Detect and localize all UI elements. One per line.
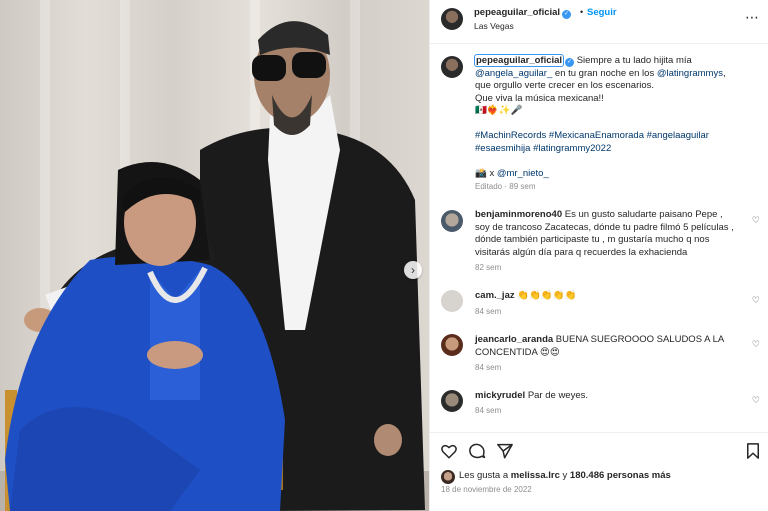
heart-icon[interactable]: ♡	[752, 395, 760, 406]
next-photo-button[interactable]: ›	[404, 261, 422, 279]
heart-icon[interactable]: ♡	[752, 295, 760, 306]
chevron-right-icon: ›	[411, 263, 415, 277]
caption-text: ,	[722, 67, 726, 79]
avatar[interactable]	[441, 8, 463, 30]
caption-text: Que viva la música mexicana!!	[475, 92, 604, 104]
comment-username[interactable]: jeancarlo_aranda	[475, 334, 553, 345]
caption-username[interactable]: pepeaguilar_oficial	[473, 54, 565, 67]
author-username-text[interactable]: pepeaguilar_oficial	[474, 7, 560, 18]
post-header: pepeaguilar_oficial ✓ • Seguir Las Vegas …	[430, 0, 768, 44]
author-username[interactable]: pepeaguilar_oficial ✓	[474, 7, 572, 19]
caption-emojis: 🇲🇽❤️‍🔥✨🎤	[475, 105, 523, 116]
mention-link[interactable]: @latingrammys	[657, 68, 723, 79]
comment-timestamp[interactable]: 84 sem	[475, 307, 501, 316]
post-photo[interactable]: ›	[0, 0, 429, 511]
verified-icon: ✓	[562, 10, 572, 19]
photo-credit-label: 📸 x	[475, 167, 495, 179]
likes-connector: y	[562, 470, 568, 481]
post-caption: pepeaguilar_oficial ✓ Siempre a tu lado h…	[473, 54, 765, 180]
caption-timestamp[interactable]: Editado · 89 sem	[475, 182, 535, 191]
mention-link[interactable]: @angela_aguilar_	[475, 68, 552, 79]
mention-link[interactable]: @mr_nieto_	[497, 168, 549, 179]
avatar[interactable]	[441, 470, 455, 484]
comment-text: Par de weyes.	[527, 390, 589, 401]
comment-body: cam._jaz 👏👏👏👏👏	[475, 290, 740, 303]
comment-timestamp[interactable]: 84 sem	[475, 363, 501, 372]
comment-username[interactable]: benjaminmoreno40	[475, 209, 562, 220]
comment-bubble-icon[interactable]	[468, 442, 486, 460]
post-date[interactable]: 18 de noviembre de 2022	[441, 485, 532, 494]
likes-count[interactable]: 180.486 personas	[570, 470, 649, 481]
comment-text: 👏👏👏👏👏	[517, 290, 577, 301]
likes-summary: Les gusta a melissa.lrc y 180.486 person…	[459, 470, 671, 481]
hashtag-links[interactable]: #MachinRecords #MexicanaEnamorada #angel…	[475, 130, 709, 141]
likes-prefix: Les gusta a	[459, 470, 509, 481]
avatar[interactable]	[441, 334, 463, 356]
hashtag-links[interactable]: #esaesmihija #latingrammy2022	[475, 143, 611, 154]
comment-body: jeancarlo_aranda BUENA SUEGROOOO SALUDOS…	[475, 334, 740, 359]
avatar[interactable]	[441, 210, 463, 232]
avatar[interactable]	[441, 56, 463, 78]
post-actions: Les gusta a melissa.lrc y 180.486 person…	[430, 432, 768, 511]
caption-text: Siempre a tu lado hijita mía	[576, 55, 692, 66]
caption-text: en tu gran noche en los	[554, 67, 655, 79]
avatar[interactable]	[441, 390, 463, 412]
share-send-icon[interactable]	[496, 442, 514, 460]
verified-icon: ✓	[565, 58, 575, 67]
avatar[interactable]	[441, 290, 463, 312]
post-location[interactable]: Las Vegas	[474, 21, 514, 31]
separator-dot: •	[580, 7, 584, 17]
follow-button[interactable]: Seguir	[587, 7, 617, 18]
comment-username[interactable]: cam._jaz	[475, 290, 515, 301]
heart-icon[interactable]: ♡	[752, 215, 760, 226]
comments-list[interactable]: pepeaguilar_oficial ✓ Siempre a tu lado h…	[430, 44, 768, 432]
like-heart-icon[interactable]	[440, 442, 458, 460]
photo-people-illustration	[5, 21, 425, 511]
heart-icon[interactable]: ♡	[752, 339, 760, 350]
instagram-post: › pepeaguilar_oficial ✓ • Seguir Las Vega…	[0, 0, 768, 511]
comment-username[interactable]: mickyrudel	[475, 390, 525, 401]
save-bookmark-icon[interactable]	[744, 442, 762, 460]
comment-timestamp[interactable]: 84 sem	[475, 406, 501, 415]
more-options-icon[interactable]: ⋯	[745, 9, 759, 26]
liker-username[interactable]: melissa.lrc	[511, 470, 560, 481]
comment-body: benjaminmoreno40 Es un gusto saludarte p…	[475, 209, 740, 259]
comment-body: mickyrudel Par de weyes.	[475, 390, 740, 403]
post-side-panel: pepeaguilar_oficial ✓ • Seguir Las Vegas …	[429, 0, 768, 511]
caption-text: que orgullo verte crecer en los escenari…	[475, 80, 655, 91]
comment-timestamp[interactable]: 82 sem	[475, 263, 501, 272]
likes-suffix[interactable]: más	[652, 470, 671, 481]
